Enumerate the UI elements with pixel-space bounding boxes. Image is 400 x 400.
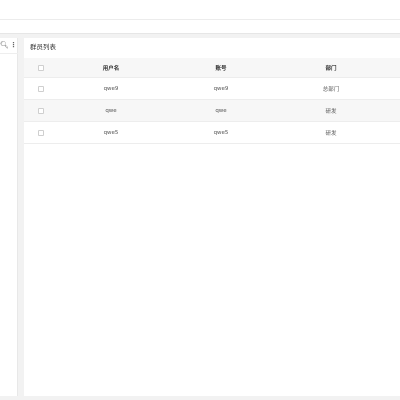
member-list-panel: 群员列表 用户名 账号 部门 qwe9 qwe9 总部门 qwe qwe 研发 [24, 38, 400, 396]
cell-department: 研发 [325, 130, 337, 137]
left-panel: 🔍︎ ⋮ [0, 38, 18, 396]
member-table: 用户名 账号 部门 qwe9 qwe9 总部门 qwe qwe 研发 qwe5 … [24, 58, 400, 144]
cell-username: qwe9 [103, 85, 119, 92]
column-header-username[interactable]: 用户名 [56, 58, 166, 77]
cell-account: qwe [215, 107, 227, 114]
row-checkbox[interactable] [38, 129, 44, 136]
page: 🔍︎ ⋮ 群员列表 用户名 账号 部门 qwe9 qwe9 总部门 qwe qw… [0, 0, 400, 400]
cell-username: qwe5 [103, 129, 119, 136]
cell-account: qwe5 [213, 129, 229, 136]
panel-title: 群员列表 [30, 43, 56, 51]
cell-department: 研发 [325, 108, 337, 115]
sub-bar [0, 20, 400, 34]
select-all-checkbox[interactable] [38, 64, 44, 71]
cell-department: 总部门 [322, 86, 340, 93]
left-toolbar: 🔍︎ ⋮ [0, 38, 18, 54]
column-header-account[interactable]: 账号 [166, 58, 276, 77]
cell-username: qwe [105, 107, 117, 114]
row-checkbox[interactable] [38, 85, 44, 92]
cell-account: qwe9 [213, 85, 229, 92]
row-checkbox[interactable] [38, 107, 44, 114]
column-header-department[interactable]: 部门 [276, 58, 386, 77]
table-row[interactable]: qwe9 qwe9 总部门 [24, 78, 400, 100]
table-row[interactable]: qwe5 qwe5 研发 [24, 122, 400, 144]
more-vertical-icon[interactable]: ⋮ [10, 40, 17, 50]
search-icon[interactable]: 🔍︎ [0, 40, 9, 50]
table-header-row: 用户名 账号 部门 [24, 58, 400, 78]
top-bar [0, 0, 400, 20]
table-row[interactable]: qwe qwe 研发 [24, 100, 400, 122]
